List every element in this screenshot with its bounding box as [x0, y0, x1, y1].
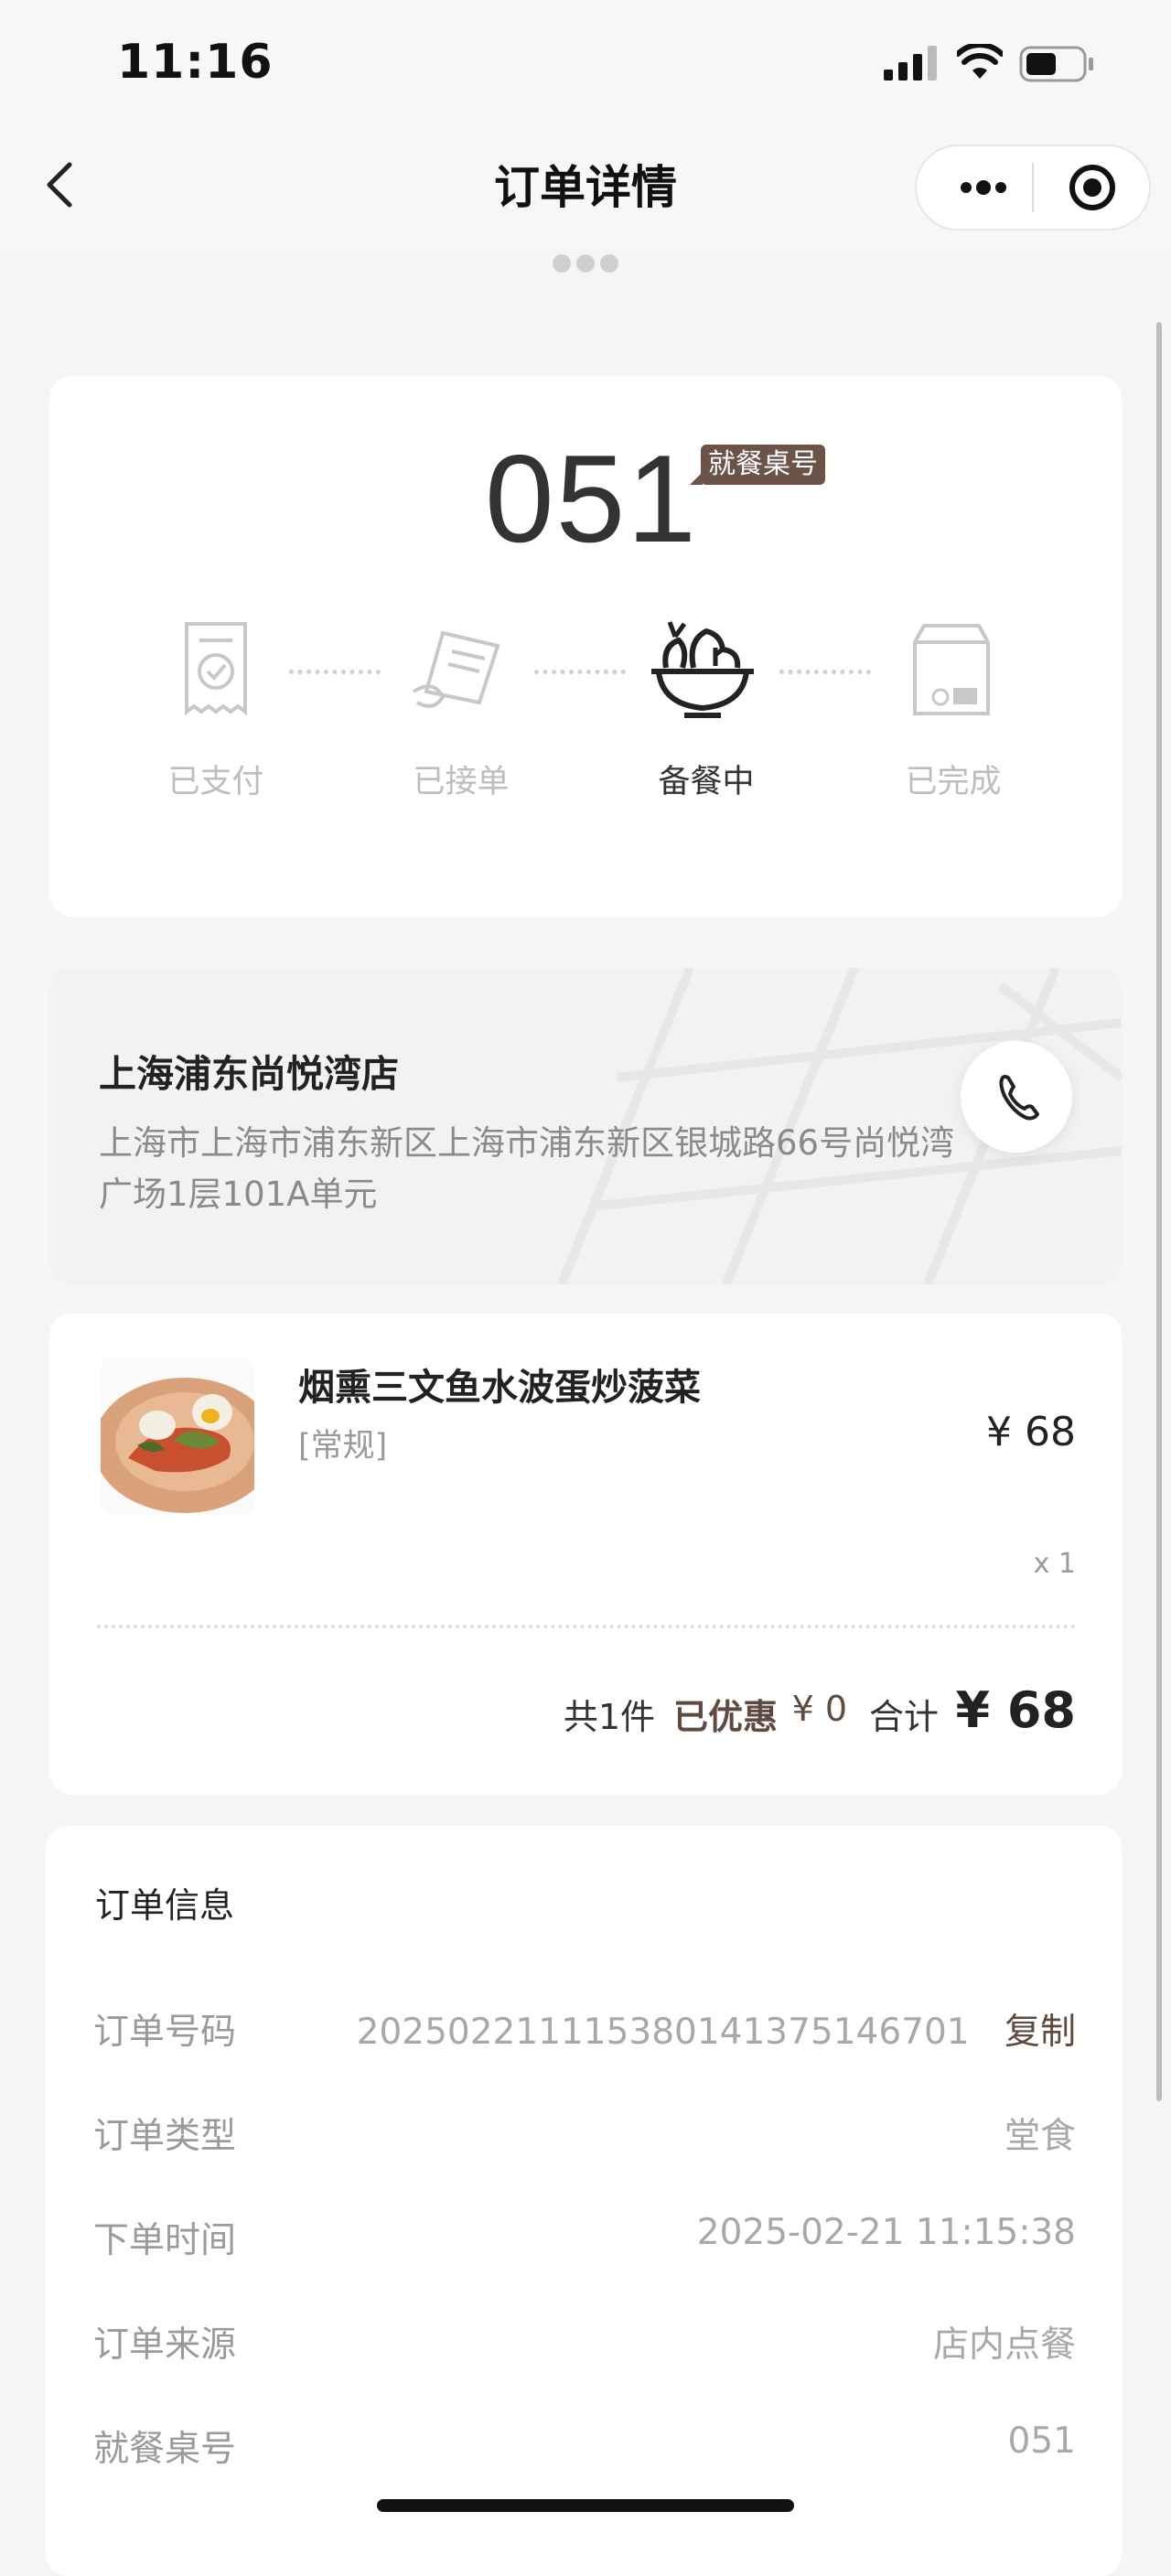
discount-value: ¥ 0: [791, 1689, 847, 1729]
status-time: 11:16: [117, 35, 274, 90]
order-source-row: 订单来源 店内点餐: [93, 2316, 1076, 2371]
info-value: 2025-02-21 11:15:38: [696, 2212, 1076, 2253]
dish-price: ¥ 68: [986, 1409, 1076, 1455]
total-value: ¥ 68: [955, 1681, 1076, 1739]
info-value: 店内点餐: [932, 2324, 1076, 2366]
battery-icon: [1019, 46, 1093, 82]
pull-refresh-dots: [553, 254, 618, 273]
item-count: 共1件: [563, 1697, 655, 1737]
discount-label: 已优惠: [672, 1697, 778, 1737]
order-number-group: 20250221111538014137514670​1 复制: [357, 2003, 1076, 2055]
scrollbar[interactable]: [1156, 322, 1162, 2101]
order-number-value: 20250221111538014137514670​1: [356, 2012, 970, 2053]
more-dots-icon[interactable]: [935, 145, 1036, 231]
info-label: 就餐桌号: [93, 2429, 237, 2470]
info-label: 订单来源: [93, 2324, 237, 2366]
info-value: 堂食: [1004, 2116, 1076, 2157]
dish-spec: [常规]: [298, 1428, 388, 1465]
order-type-row: 订单类型 堂食: [93, 2108, 1076, 2163]
progress-connector: [289, 670, 381, 674]
progress-connector: [534, 670, 626, 674]
target-icon[interactable]: [1052, 156, 1134, 220]
store-name: 上海浦东尚悦湾店: [99, 1052, 399, 1096]
salad-bowl-icon: [651, 621, 754, 718]
wifi-icon: [957, 44, 1003, 79]
order-total-row: 共1件 已优惠 ¥ 0 合计 ¥ 68: [97, 1681, 1076, 1745]
info-label: 订单类型: [93, 2116, 237, 2157]
info-label: 下单时间: [93, 2220, 237, 2261]
info-value: 051: [1007, 2420, 1076, 2462]
phone-icon: [999, 1075, 1039, 1121]
order-info-title: 订单信息: [95, 1885, 235, 1926]
step-label-preparing: 备餐中: [658, 764, 755, 800]
dish-quantity: x 1: [1033, 1548, 1076, 1580]
copy-order-number-button[interactable]: 复制: [1004, 2012, 1076, 2053]
bag-complete-icon: [913, 624, 990, 715]
chevron-left-icon[interactable]: [37, 157, 91, 212]
table-number-row: 就餐桌号 051: [93, 2420, 1076, 2475]
step-label-paid: 已支付: [167, 764, 264, 800]
order-accepted-icon: [412, 630, 500, 708]
table-number: 051: [485, 429, 698, 568]
store-address: 上海市上海市浦东新区上海市浦东新区银城路66号尚悦湾广场1层101A单元: [99, 1123, 955, 1214]
call-store-button[interactable]: [961, 1041, 1072, 1153]
order-time-row: 下单时间 2025-02-21 11:15:38: [93, 2212, 1076, 2267]
signal-icon: [884, 46, 937, 80]
order-number-row: 订单号码 20250221111538014137514670​1 复制: [93, 2003, 1076, 2058]
info-label: 订单号码: [93, 2012, 237, 2053]
step-label-accepted: 已接单: [413, 764, 510, 800]
receipt-check-icon: [185, 622, 247, 715]
progress-connector: [779, 670, 871, 674]
step-label-completed: 已完成: [905, 764, 1002, 800]
dish-name: 烟熏三文鱼水波蛋炒菠菜: [298, 1367, 701, 1409]
divider: [97, 1625, 1076, 1628]
capsule-divider: [1032, 163, 1034, 212]
dish-image: [101, 1358, 254, 1515]
table-number-tag: 就餐桌号: [690, 445, 825, 485]
total-label: 合计: [868, 1697, 939, 1737]
home-indicator: [377, 2499, 794, 2512]
